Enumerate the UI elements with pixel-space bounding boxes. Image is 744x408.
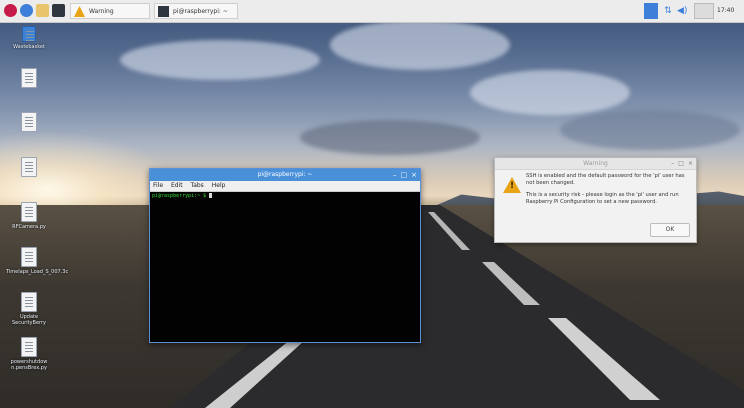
task-warning[interactable]: Warning — [70, 3, 150, 19]
ok-button[interactable]: OK — [650, 223, 690, 237]
window-controls: – □ × — [389, 169, 417, 181]
cpu-monitor — [694, 3, 714, 19]
terminal-prompt: pi@raspberrypi:~ $ — [152, 193, 207, 199]
desktop-icon-label: Timelaps_Load_S_007.3c — [6, 269, 69, 275]
terminal-title: pi@raspberrypi: ~ — [257, 171, 313, 178]
close-icon[interactable]: × — [411, 171, 417, 179]
desktop-icon-label: Update SecurityBerry — [11, 314, 47, 326]
bluetooth-icon[interactable] — [644, 3, 658, 19]
menu-edit[interactable]: Edit — [171, 182, 183, 189]
desktop-icon-wastebasket[interactable]: Wastebasket — [6, 26, 52, 50]
menu-help[interactable]: Help — [212, 182, 226, 189]
desktop-icon-file[interactable] — [6, 157, 52, 179]
desktop-icon-label: Wastebasket — [13, 44, 45, 50]
file-icon — [21, 337, 37, 357]
maximize-icon[interactable]: □ — [401, 171, 408, 179]
file-icon — [21, 112, 37, 132]
maximize-icon[interactable]: □ — [678, 160, 684, 167]
warning-message-line1: SSH is enabled and the default password … — [526, 173, 685, 186]
file-icon — [21, 157, 37, 177]
desktop-icon-file[interactable] — [6, 112, 52, 134]
task-warning-label: Warning — [89, 8, 114, 15]
warning-dialog[interactable]: Warning – □ × ! SSH is enabled and the def… — [494, 157, 697, 243]
folder-icon[interactable] — [36, 4, 49, 17]
trash-icon — [22, 26, 36, 42]
terminal-menubar: File Edit Tabs Help — [150, 181, 420, 192]
warning-message: SSH is enabled and the default password … — [526, 173, 686, 211]
warning-icon — [74, 6, 85, 17]
warning-titlebar[interactable]: Warning – □ × — [495, 158, 696, 170]
terminal-screen[interactable]: pi@raspberrypi:~ $ — [150, 192, 420, 342]
clock[interactable]: 17:40 — [717, 3, 741, 19]
file-icon — [21, 247, 37, 267]
terminal-titlebar[interactable]: pi@raspberrypi: ~ – □ × — [150, 169, 420, 181]
task-terminal[interactable]: pi@raspberrypi: ~ — [154, 3, 238, 19]
terminal-icon — [158, 6, 169, 17]
menu-tabs[interactable]: Tabs — [191, 182, 204, 189]
browser-icon[interactable] — [20, 4, 33, 17]
taskbar: Warning pi@raspberrypi: ~ ⇅ ◀) 17:40 — [0, 0, 744, 23]
terminal-prompt-line: pi@raspberrypi:~ $ — [150, 192, 420, 200]
desktop-icon-file[interactable] — [6, 68, 52, 90]
minimize-icon[interactable]: – — [393, 171, 397, 179]
menu-file[interactable]: File — [153, 182, 163, 189]
warning-icon: ! — [503, 177, 521, 193]
file-icon — [21, 292, 37, 312]
file-icon — [21, 202, 37, 222]
warning-title: Warning — [583, 160, 608, 167]
text-cursor — [209, 193, 213, 198]
desktop-icon-timelaps[interactable]: Timelaps_Load_S_007.3c — [6, 247, 69, 275]
terminal-launcher-icon[interactable] — [52, 4, 65, 17]
window-controls: – □ × — [667, 158, 693, 169]
raspberry-icon[interactable] — [4, 4, 17, 17]
desktop-icon-label: powershutdow n.pensBrex.py — [10, 359, 48, 371]
desktop-icon-rfcamera[interactable]: RFCamera.py — [6, 202, 52, 230]
desktop-icon-update[interactable]: Update SecurityBerry — [6, 292, 52, 326]
network-icon[interactable]: ⇅ — [662, 3, 674, 19]
terminal-window[interactable]: pi@raspberrypi: ~ – □ × File Edit Tabs Hel… — [149, 168, 421, 343]
minimize-icon[interactable]: – — [671, 160, 674, 167]
close-icon[interactable]: × — [688, 160, 693, 167]
volume-icon[interactable]: ◀) — [677, 3, 691, 19]
desktop-icon-label: RFCamera.py — [12, 224, 46, 230]
desktop-icon-powershutdown[interactable]: powershutdow n.pensBrex.py — [6, 337, 52, 371]
warning-message-line2: This is a security risk - please login a… — [526, 192, 679, 205]
file-icon — [21, 68, 37, 88]
task-terminal-label: pi@raspberrypi: ~ — [173, 8, 228, 15]
